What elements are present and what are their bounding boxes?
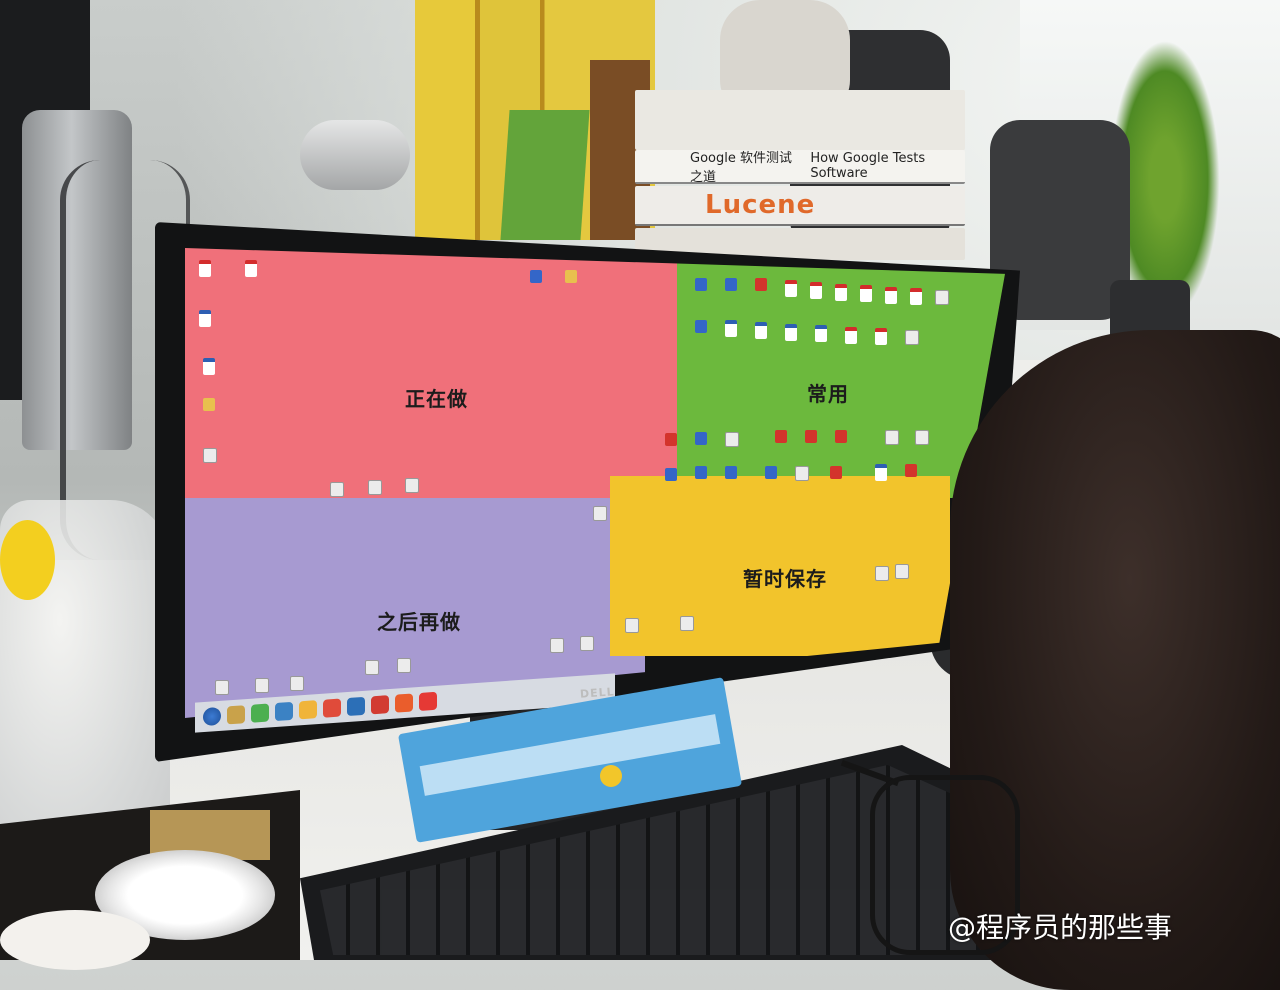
book-title: Lucene (705, 190, 816, 220)
file-icon[interactable] (725, 432, 739, 447)
file-icon[interactable] (580, 636, 594, 651)
zone-label-hold: 暂时保存 (743, 567, 827, 591)
file-icon[interactable] (330, 482, 344, 497)
file-icon[interactable] (368, 480, 382, 495)
taskbar-app-icon[interactable] (347, 696, 365, 717)
app-icon[interactable] (695, 320, 707, 333)
taskbar-app-icon[interactable] (419, 691, 437, 712)
book-subtitle: How Google Tests Software (810, 151, 926, 181)
cup (0, 910, 150, 970)
file-icon[interactable] (885, 430, 899, 445)
app-icon[interactable] (765, 466, 777, 479)
app-icon[interactable] (725, 466, 737, 479)
taskbar-app-icon[interactable] (395, 693, 413, 713)
pdf-icon[interactable] (785, 280, 797, 297)
file-icon[interactable] (215, 680, 229, 695)
app-icon[interactable] (665, 468, 677, 481)
file-icon[interactable] (895, 564, 909, 579)
book (635, 90, 965, 150)
app-icon[interactable] (725, 278, 737, 291)
taskbar-app-icon[interactable] (251, 703, 269, 723)
file-icon[interactable] (935, 290, 949, 305)
file-icon[interactable] (255, 678, 269, 693)
zone-label-later: 之后再做 (377, 610, 461, 634)
app-icon[interactable] (755, 278, 767, 291)
file-icon[interactable] (565, 270, 577, 283)
file-icon[interactable] (365, 660, 379, 675)
app-icon[interactable] (805, 430, 817, 443)
document-icon[interactable] (725, 320, 737, 337)
pdf-icon[interactable] (875, 328, 887, 345)
bag-item (0, 520, 55, 600)
pdf-icon[interactable] (885, 287, 897, 304)
taskbar-app-icon[interactable] (227, 705, 245, 725)
app-icon[interactable] (695, 432, 707, 445)
file-icon[interactable] (397, 658, 411, 673)
file-icon[interactable] (625, 618, 639, 633)
app-icon[interactable] (530, 270, 542, 283)
file-icon[interactable] (915, 430, 929, 445)
taskbar-app-icon[interactable] (371, 695, 389, 715)
taskbar-app-icon[interactable] (275, 701, 293, 722)
document-icon[interactable] (199, 310, 211, 327)
document-icon[interactable] (785, 324, 797, 341)
file-icon[interactable] (905, 330, 919, 345)
file-icon[interactable] (405, 478, 419, 493)
desk-lamp (300, 120, 410, 190)
file-icon[interactable] (795, 466, 809, 481)
app-icon[interactable] (830, 466, 842, 479)
app-icon[interactable] (695, 466, 707, 479)
file-icon[interactable] (875, 566, 889, 581)
app-icon[interactable] (665, 433, 677, 446)
book-stack: Google 软件测试之道 How Google Tests Software … (635, 90, 965, 260)
spreadsheet-icon[interactable] (203, 448, 217, 463)
app-icon[interactable] (695, 278, 707, 291)
zone-label-doing: 正在做 (405, 387, 468, 411)
start-button[interactable] (203, 706, 221, 727)
drink-carton (500, 110, 590, 240)
file-icon[interactable] (550, 638, 564, 653)
document-icon[interactable] (815, 325, 827, 342)
app-icon[interactable] (775, 430, 787, 443)
file-icon[interactable] (680, 616, 694, 631)
zone-label-common: 常用 (807, 382, 849, 406)
document-icon[interactable] (875, 464, 887, 481)
pdf-icon[interactable] (199, 260, 211, 277)
pdf-icon[interactable] (860, 285, 872, 302)
file-icon[interactable] (203, 398, 215, 411)
pdf-icon[interactable] (910, 288, 922, 305)
pdf-icon[interactable] (845, 327, 857, 344)
book-title: Google 软件测试之道 (690, 151, 792, 185)
app-icon[interactable] (835, 430, 847, 443)
pdf-icon[interactable] (245, 260, 257, 277)
taskbar-app-icon[interactable] (299, 700, 317, 720)
book-google: Google 软件测试之道 How Google Tests Software (635, 150, 965, 185)
pdf-icon[interactable] (810, 282, 822, 299)
desktop-screen: 正在做 常用 之后再做 暂时保存 (185, 248, 1005, 718)
app-icon[interactable] (905, 464, 917, 477)
watermark: @程序员的那些事 (948, 911, 1173, 944)
document-icon[interactable] (755, 322, 767, 339)
pdf-icon[interactable] (835, 284, 847, 301)
file-icon[interactable] (593, 506, 607, 521)
book-lucene: Lucene (635, 186, 965, 226)
sun-icon (600, 765, 622, 787)
file-icon[interactable] (290, 676, 304, 691)
document-icon[interactable] (203, 358, 215, 375)
taskbar-app-icon[interactable] (323, 698, 341, 718)
